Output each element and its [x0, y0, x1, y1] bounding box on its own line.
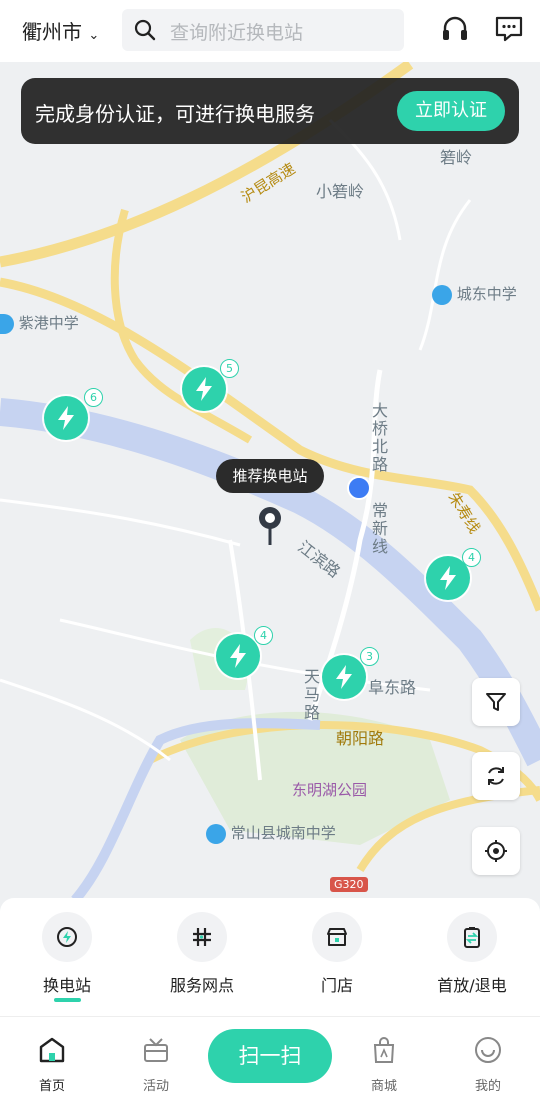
map-label-tianma: 天马路	[304, 667, 321, 722]
tab-profile[interactable]: 我的	[448, 1035, 528, 1094]
service-label: 换电站	[42, 976, 91, 995]
filter-icon	[486, 693, 506, 711]
shop-bag-icon	[373, 1037, 395, 1063]
refresh-icon	[488, 767, 504, 785]
active-service-indicator	[54, 998, 81, 1002]
station-count-badge: 5	[220, 359, 239, 378]
service-shortcuts: 换电站 服务网点 门店 首放/退电	[0, 898, 540, 1016]
highway-shield-g320: G320	[330, 877, 368, 892]
tab-label: 首页	[38, 1079, 65, 1094]
search-icon	[134, 19, 156, 41]
service-service-point[interactable]: 服务网点	[147, 912, 257, 996]
verify-now-button[interactable]: 立即认证	[397, 91, 505, 131]
locate-icon	[485, 840, 507, 862]
headset-icon[interactable]	[440, 14, 470, 44]
station-count-badge: 4	[254, 626, 273, 645]
profile-icon	[475, 1037, 501, 1063]
school-icon	[432, 284, 452, 305]
top-bar: 衢州市 ⌄ 查询附近换电站	[0, 0, 540, 62]
tab-activity[interactable]: 活动	[116, 1035, 196, 1094]
lightning-icon	[230, 644, 246, 668]
lightning-icon	[196, 377, 212, 401]
search-placeholder: 查询附近换电站	[170, 22, 304, 44]
station-marker[interactable]	[182, 367, 226, 411]
current-location-dot	[347, 476, 371, 500]
service-point-icon	[177, 912, 227, 962]
map-label-shouling: 箬岭	[440, 148, 473, 167]
map-label-zigang: 紫港中学	[0, 312, 79, 334]
home-icon	[39, 1037, 65, 1063]
service-label: 服务网点	[169, 976, 234, 995]
service-label: 门店	[320, 976, 353, 995]
station-marker[interactable]	[216, 634, 260, 678]
city-selector[interactable]: 衢州市 ⌄	[22, 16, 99, 45]
map-label-zigang-text: 紫港中学	[18, 314, 79, 332]
map-label-chengnan: 常山县城南中学	[206, 822, 336, 844]
recommended-station-tooltip[interactable]: 推荐换电站	[216, 459, 324, 493]
service-label: 首放/退电	[437, 976, 507, 995]
map-label-chaoyang: 朝阳路	[336, 729, 385, 748]
school-icon	[206, 823, 226, 844]
station-count-badge: 6	[84, 388, 103, 407]
map-label-daqiao: 大桥北路	[372, 401, 389, 474]
banner-text: 完成身份认证，可进行换电服务	[35, 102, 315, 126]
scan-button[interactable]: 扫一扫	[208, 1029, 332, 1083]
station-count-badge: 4	[462, 548, 481, 567]
tab-shop[interactable]: 商城	[344, 1035, 424, 1094]
service-store[interactable]: 门店	[282, 912, 392, 996]
map-label-chengdong-text: 城东中学	[456, 285, 517, 303]
chevron-down-icon: ⌄	[88, 28, 100, 43]
locate-button[interactable]	[472, 827, 520, 875]
verification-banner: 完成身份认证，可进行换电服务 立即认证	[21, 78, 519, 144]
station-marker[interactable]	[44, 396, 88, 440]
map-label-chengnan-text: 常山县城南中学	[230, 824, 336, 842]
station-count-badge: 3	[360, 647, 379, 666]
tab-label: 活动	[142, 1079, 169, 1094]
store-icon	[312, 912, 362, 962]
map-label-dongminghu: 东明湖公园	[292, 781, 368, 799]
refresh-button[interactable]	[472, 752, 520, 800]
lightning-icon	[440, 566, 456, 590]
service-swap-station[interactable]: 换电站	[12, 912, 122, 996]
map-label-chengdong: 城东中学	[432, 283, 517, 305]
map-label-xiaoshouling: 小箬岭	[316, 182, 365, 201]
location-pin-icon[interactable]	[257, 505, 283, 547]
swap-station-icon	[42, 912, 92, 962]
service-battery-return[interactable]: 首放/退电	[417, 912, 527, 996]
lightning-icon	[58, 406, 74, 430]
tab-home[interactable]: 首页	[12, 1035, 92, 1094]
battery-return-icon	[447, 912, 497, 962]
filter-button[interactable]	[472, 678, 520, 726]
station-marker[interactable]	[322, 655, 366, 699]
message-icon[interactable]	[494, 14, 524, 44]
map-label-fudong: 阜东路	[368, 678, 417, 697]
bottom-tab-bar: 首页 活动 扫一扫 商城 我的	[0, 1016, 540, 1103]
tab-label: 商城	[370, 1079, 397, 1094]
tab-label: 我的	[474, 1079, 501, 1094]
city-name: 衢州市	[22, 20, 82, 44]
lightning-icon	[336, 665, 352, 689]
activity-icon	[144, 1038, 168, 1062]
school-icon	[0, 313, 14, 334]
map-label-changxin: 常新线	[372, 501, 389, 556]
search-input[interactable]: 查询附近换电站	[122, 9, 404, 51]
